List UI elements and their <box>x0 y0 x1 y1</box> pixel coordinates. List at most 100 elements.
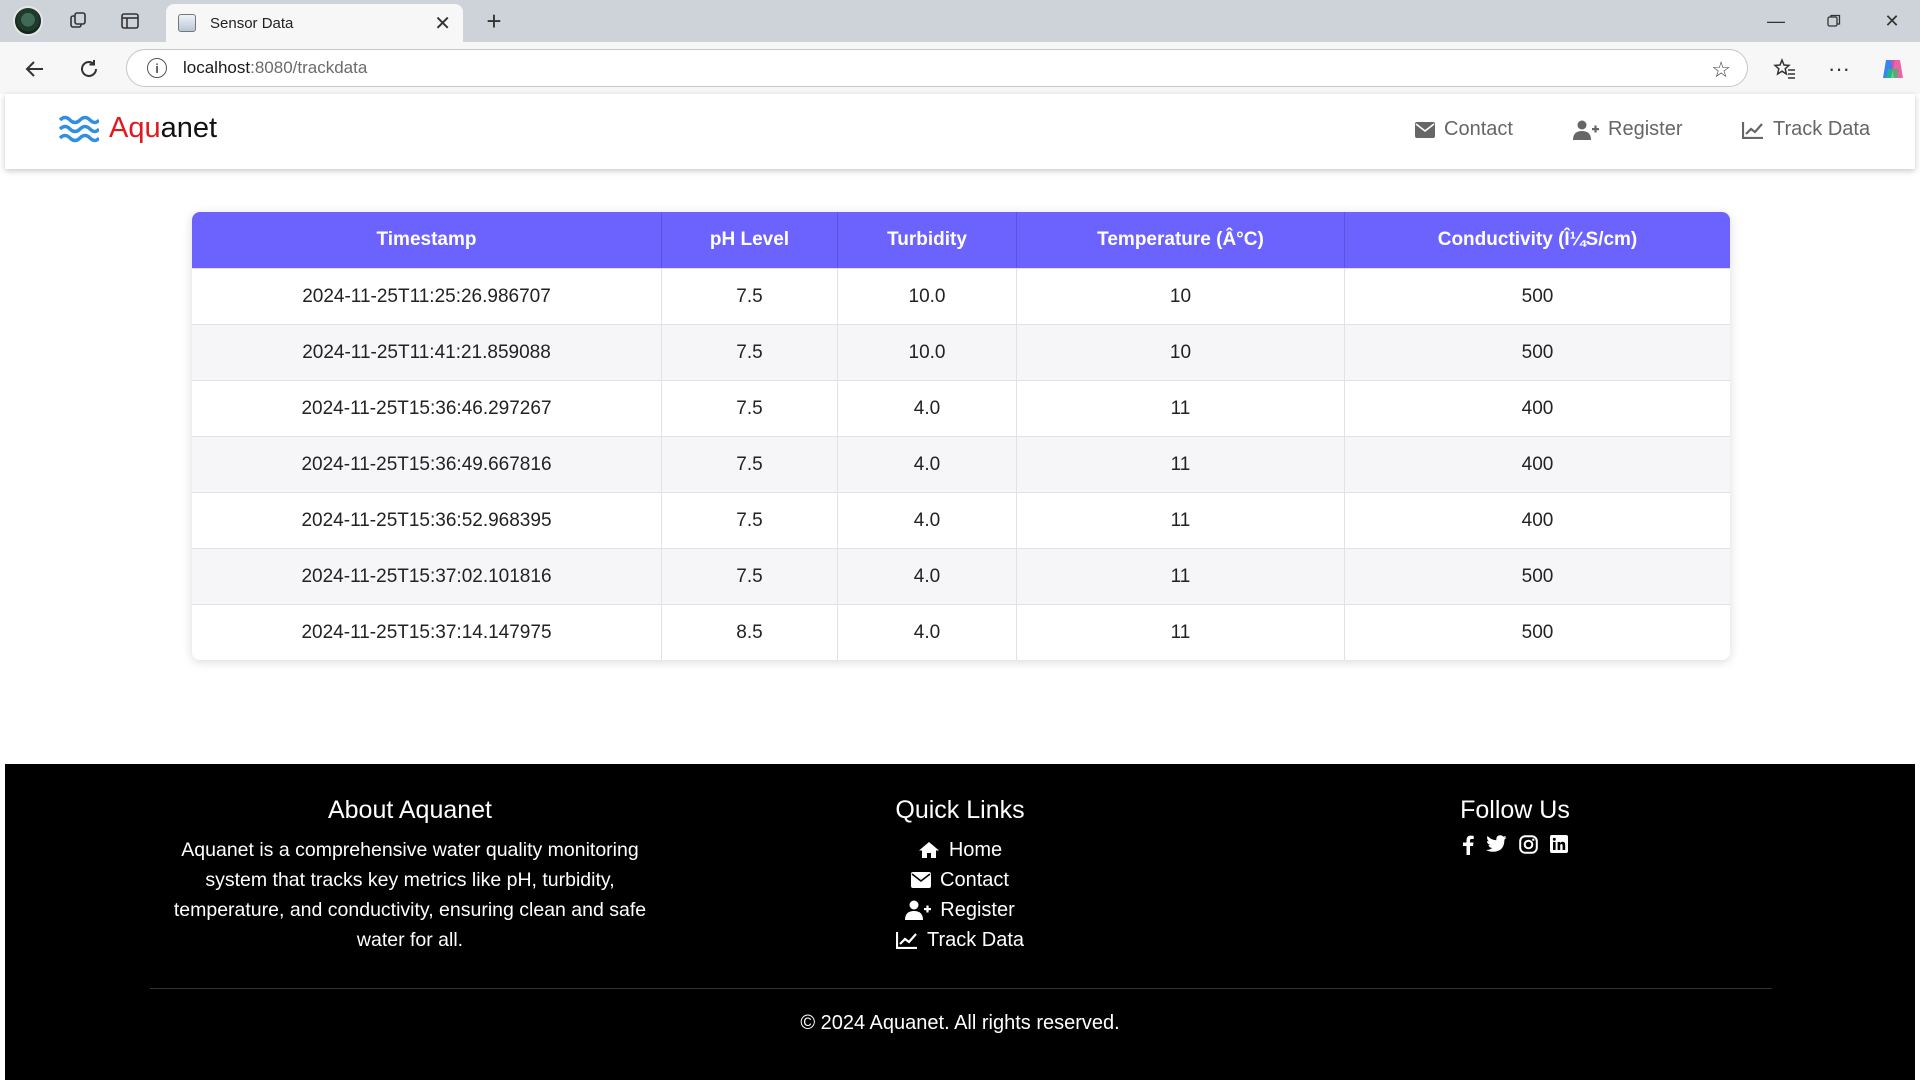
back-icon[interactable] <box>18 52 52 86</box>
copilot-icon[interactable] <box>1876 52 1910 86</box>
footer-link-track-data-label: Track Data <box>926 929 1025 951</box>
footer-quick-links: Quick Links Home Contact Register Track … <box>825 796 1095 955</box>
brand-logo[interactable]: Aquanet <box>59 112 217 145</box>
cell-ph-level: 7.5 <box>662 380 838 436</box>
cell-timestamp: 2024-11-25T11:41:21.859088 <box>192 324 662 380</box>
new-tab-icon[interactable]: + <box>478 5 510 37</box>
footer-link-register[interactable]: Register <box>825 895 1095 925</box>
site-info-icon[interactable]: i <box>147 58 167 78</box>
footer-divider <box>150 988 1772 989</box>
browser-tab-bar: Sensor Data ✕ + — ✕ <box>0 0 1920 42</box>
social-links <box>1405 835 1625 855</box>
cell-conductivity: 400 <box>1345 436 1730 492</box>
table-row: 2024-11-25T11:41:21.859088 7.5 10.0 10 5… <box>192 324 1730 380</box>
cell-ph-level: 8.5 <box>662 604 838 660</box>
minimize-icon[interactable]: — <box>1748 5 1804 37</box>
cell-ph-level: 7.5 <box>662 548 838 604</box>
cell-conductivity: 500 <box>1345 548 1730 604</box>
footer-about-title: About Aquanet <box>327 796 493 824</box>
favorites-icon[interactable] <box>1768 52 1802 86</box>
footer-link-track-data[interactable]: Track Data <box>825 925 1095 955</box>
address-bar[interactable]: i localhost:8080/trackdata ☆ <box>126 49 1748 87</box>
cell-timestamp: 2024-11-25T15:36:46.297267 <box>192 380 662 436</box>
footer-link-home[interactable]: Home <box>825 835 1095 865</box>
cell-turbidity: 4.0 <box>838 548 1017 604</box>
cell-timestamp: 2024-11-25T15:37:02.101816 <box>192 548 662 604</box>
cell-timestamp: 2024-11-25T15:36:52.968395 <box>192 492 662 548</box>
nav-link-track-data-label: Track Data <box>1773 118 1871 140</box>
cell-conductivity: 500 <box>1345 268 1730 324</box>
cell-turbidity: 4.0 <box>838 604 1017 660</box>
cell-temperature: 11 <box>1017 380 1345 436</box>
twitter-icon[interactable] <box>1486 835 1507 855</box>
sensor-data-table: Timestamp pH Level Turbidity Temperature… <box>192 212 1730 660</box>
site-footer: About Aquanet Aquanet is a comprehensive… <box>5 764 1915 1080</box>
instagram-icon[interactable] <box>1519 835 1538 855</box>
close-tab-icon[interactable]: ✕ <box>434 11 451 36</box>
nav-link-contact[interactable]: Contact <box>1415 118 1513 141</box>
url-host: localhost <box>183 58 251 77</box>
site-navbar: Aquanet Contact Register Track Data <box>5 94 1915 169</box>
page-favicon-icon <box>178 14 196 32</box>
footer-link-contact-label: Contact <box>940 869 1009 891</box>
cell-ph-level: 7.5 <box>662 324 838 380</box>
cell-timestamp: 2024-11-25T11:25:26.986707 <box>192 268 662 324</box>
cell-temperature: 11 <box>1017 548 1345 604</box>
browser-toolbar: i localhost:8080/trackdata ☆ ··· <box>0 42 1920 94</box>
cell-temperature: 11 <box>1017 604 1345 660</box>
cell-conductivity: 500 <box>1345 324 1730 380</box>
nav-link-register-label: Register <box>1608 118 1683 140</box>
footer-copyright: © 2024 Aquanet. All rights reserved. <box>800 1012 1120 1034</box>
close-window-icon[interactable]: ✕ <box>1864 5 1920 37</box>
nav-link-track-data[interactable]: Track Data <box>1742 118 1870 141</box>
cell-temperature: 11 <box>1017 436 1345 492</box>
url-path: :8080/trackdata <box>250 58 368 77</box>
tab-title: Sensor Data <box>210 14 294 32</box>
table-row: 2024-11-25T15:37:14.147975 8.5 4.0 11 50… <box>192 604 1730 660</box>
brand-name-part2: anet <box>160 112 218 144</box>
nav-link-register[interactable]: Register <box>1573 118 1682 141</box>
tab-actions-icon[interactable] <box>112 6 148 36</box>
more-options-icon[interactable]: ··· <box>1822 52 1856 86</box>
cell-temperature: 10 <box>1017 324 1345 380</box>
table-row: 2024-11-25T11:25:26.986707 7.5 10.0 10 5… <box>192 268 1730 324</box>
home-icon <box>918 842 939 858</box>
footer-links-title: Quick Links <box>895 796 1025 824</box>
cell-temperature: 10 <box>1017 268 1345 324</box>
column-header-timestamp: Timestamp <box>192 212 662 268</box>
cell-ph-level: 7.5 <box>662 436 838 492</box>
chart-line-icon <box>895 932 917 949</box>
table-row: 2024-11-25T15:36:49.667816 7.5 4.0 11 40… <box>192 436 1730 492</box>
brand-name-part1: Aqu <box>109 112 161 144</box>
cell-ph-level: 7.5 <box>662 492 838 548</box>
facebook-icon[interactable] <box>1462 835 1474 855</box>
cell-turbidity: 4.0 <box>838 436 1017 492</box>
favorite-star-icon[interactable]: ☆ <box>1711 57 1731 83</box>
chart-line-icon <box>1742 121 1763 139</box>
footer-link-contact[interactable]: Contact <box>825 865 1095 895</box>
envelope-icon <box>911 872 932 888</box>
cell-ph-level: 7.5 <box>662 268 838 324</box>
cell-turbidity: 10.0 <box>838 324 1017 380</box>
column-header-conductivity: Conductivity (Î¼S/cm) <box>1345 212 1730 268</box>
table-row: 2024-11-25T15:36:46.297267 7.5 4.0 11 40… <box>192 380 1730 436</box>
profile-avatar[interactable] <box>13 6 43 36</box>
table-row: 2024-11-25T15:37:02.101816 7.5 4.0 11 50… <box>192 548 1730 604</box>
user-plus-icon <box>1573 120 1599 140</box>
workspaces-icon[interactable] <box>60 6 96 36</box>
linkedin-icon[interactable] <box>1550 835 1568 855</box>
footer-follow-title: Follow Us <box>1460 796 1570 824</box>
column-header-turbidity: Turbidity <box>838 212 1017 268</box>
cell-conductivity: 400 <box>1345 380 1730 436</box>
column-header-temperature: Temperature (Â°C) <box>1017 212 1345 268</box>
table-row: 2024-11-25T15:36:52.968395 7.5 4.0 11 40… <box>192 492 1730 548</box>
cell-timestamp: 2024-11-25T15:37:14.147975 <box>192 604 662 660</box>
cell-turbidity: 4.0 <box>838 492 1017 548</box>
restore-icon[interactable] <box>1806 5 1862 37</box>
refresh-icon[interactable] <box>72 52 106 86</box>
cell-conductivity: 400 <box>1345 492 1730 548</box>
footer-follow: Follow Us <box>1405 796 1625 855</box>
tab-sensor-data[interactable]: Sensor Data ✕ <box>166 4 463 42</box>
footer-about: About Aquanet Aquanet is a comprehensive… <box>160 796 660 955</box>
cell-timestamp: 2024-11-25T15:36:49.667816 <box>192 436 662 492</box>
